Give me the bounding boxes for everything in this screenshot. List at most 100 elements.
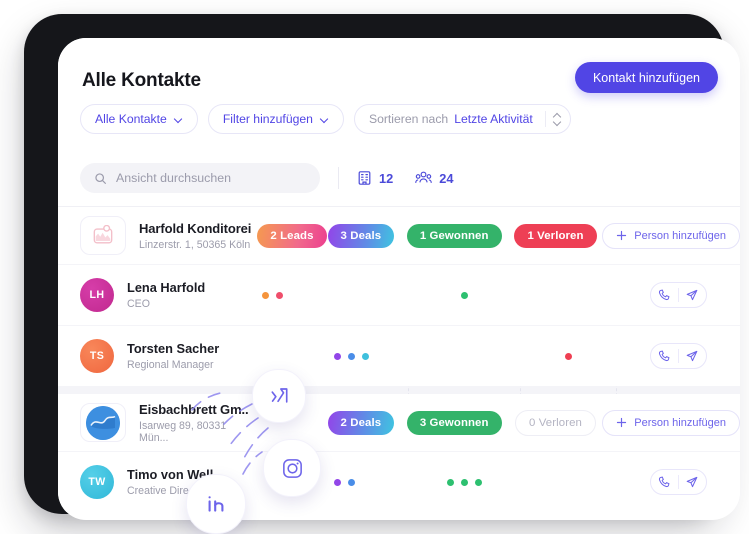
filter-bar: Alle Kontakte Filter hinzufügen Sortiere… <box>80 104 571 134</box>
actions-cell <box>616 282 740 308</box>
companies-counter[interactable]: 12 <box>357 170 393 186</box>
person-role: CEO <box>127 298 150 310</box>
deals-dots <box>334 478 355 486</box>
people-count: 24 <box>439 170 454 186</box>
phone-icon[interactable] <box>651 289 678 301</box>
person-text: Torsten Sacher Regional Manager <box>127 341 219 371</box>
status-dot <box>474 478 482 486</box>
person-identity: LH Lena Harfold CEO <box>58 278 258 312</box>
lost-cell: 0 Verloren <box>509 409 603 436</box>
toolbar-divider <box>338 167 339 189</box>
status-dot <box>564 352 572 360</box>
image-placeholder-icon <box>92 225 114 246</box>
deals-dots <box>334 352 369 360</box>
contacts-table: Harfold Konditorei Linzerstr. 1, 50365 K… <box>58 207 740 512</box>
avatar: TW <box>80 465 114 499</box>
company-identity: Eisbachbrett Gm.. Isarweg 89, 80331 Mün.… <box>58 402 253 444</box>
company-address: Linzerstr. 1, 50365 Köln <box>139 238 251 251</box>
search-icon <box>94 172 107 185</box>
add-person-button[interactable]: Person hinzufügen <box>602 409 740 436</box>
chevron-down-icon <box>174 115 183 124</box>
phone-icon[interactable] <box>651 350 678 362</box>
sort-updown-icon <box>552 112 562 126</box>
contact-group: Harfold Konditorei Linzerstr. 1, 50365 K… <box>58 207 740 386</box>
status-dot <box>460 478 468 486</box>
deals-cell: 3 Deals <box>327 223 400 248</box>
won-badge[interactable]: 1 Gewonnen <box>406 223 502 248</box>
actions-cell <box>616 343 740 369</box>
add-person-label: Person hinzufügen <box>634 229 726 242</box>
contact-actions <box>649 282 707 308</box>
people-icon <box>415 170 433 186</box>
avatar: TS <box>80 339 114 373</box>
status-dot <box>348 478 355 486</box>
linkedin-icon <box>203 491 229 517</box>
search-input[interactable]: Ansicht durchsuchen <box>116 171 231 185</box>
plus-icon <box>616 417 627 428</box>
won-badge[interactable]: 3 Gewonnen <box>406 410 502 435</box>
filter-all-contacts[interactable]: Alle Kontakte <box>80 104 198 134</box>
deals-cell <box>334 478 408 486</box>
sort-control[interactable]: Sortieren nach Letzte Aktivität <box>353 104 571 134</box>
company-row[interactable]: Eisbachbrett Gm.. Isarweg 89, 80331 Mün.… <box>58 394 740 451</box>
company-row[interactable]: Harfold Konditorei Linzerstr. 1, 50365 K… <box>58 207 740 264</box>
social-bubble-linkedin[interactable] <box>186 474 246 534</box>
status-dot <box>362 352 369 360</box>
send-icon[interactable] <box>679 350 706 362</box>
company-name: Eisbachbrett Gm.. <box>139 401 249 417</box>
contact-group: Eisbachbrett Gm.. Isarweg 89, 80331 Mün.… <box>58 394 740 512</box>
phone-icon[interactable] <box>651 476 678 488</box>
search-field[interactable]: Ansicht durchsuchen <box>80 163 320 193</box>
status-dot <box>460 291 468 299</box>
group-separator <box>58 386 740 394</box>
won-cell <box>408 291 520 299</box>
lost-cell <box>520 352 616 360</box>
building-icon <box>357 170 372 186</box>
lost-badge[interactable]: 0 Verloren <box>515 409 596 436</box>
instagram-icon <box>280 456 305 481</box>
avatar: LH <box>80 278 114 312</box>
device-frame: Alle Kontakte Kontakt hinzufügen Alle Ko… <box>24 14 740 520</box>
deals-cell <box>334 352 408 360</box>
person-row[interactable]: LH Lena Harfold CEO <box>58 264 740 325</box>
filter-add-filter-label: Filter hinzufügen <box>222 112 313 126</box>
add-contact-button[interactable]: Kontakt hinzufügen <box>574 62 718 93</box>
won-dots <box>460 291 468 299</box>
wave-circle-icon <box>86 405 120 440</box>
social-bubble-xing[interactable] <box>252 369 306 423</box>
plus-icon <box>616 230 627 241</box>
chevron-down-icon <box>320 115 329 124</box>
won-cell <box>408 478 520 486</box>
leads-badge[interactable]: 2 Leads <box>257 223 327 248</box>
deals-badge[interactable]: 2 Deals <box>327 410 395 435</box>
won-dots <box>446 478 482 486</box>
actions-cell: Person hinzufügen <box>602 222 740 249</box>
person-row[interactable]: TW Timo von Well Creative Director <box>58 451 740 512</box>
add-person-button[interactable]: Person hinzufügen <box>602 222 740 249</box>
contact-actions <box>649 469 707 495</box>
actions-cell: Person hinzufügen <box>602 409 740 436</box>
page-header: Alle Kontakte Kontakt hinzufügen Alle Ko… <box>58 38 740 150</box>
sort-value-label: Letzte Aktivität <box>454 112 533 126</box>
people-counter[interactable]: 24 <box>415 170 453 186</box>
status-dot <box>334 478 341 486</box>
sort-divider <box>544 111 546 127</box>
screenshot-root: Alle Kontakte Kontakt hinzufügen Alle Ko… <box>0 0 749 534</box>
leads-cell: 2 Leads <box>253 223 327 248</box>
person-row[interactable]: TS Torsten Sacher Regional Manager <box>58 325 740 386</box>
company-address: Isarweg 89, 80331 Mün... <box>139 419 227 444</box>
send-icon[interactable] <box>679 476 706 488</box>
app-screen: Alle Kontakte Kontakt hinzufügen Alle Ko… <box>58 38 740 520</box>
social-bubble-instagram[interactable] <box>263 439 321 497</box>
add-person-label: Person hinzufügen <box>634 416 726 429</box>
lost-badge[interactable]: 1 Verloren <box>514 223 597 248</box>
company-text: Eisbachbrett Gm.. Isarweg 89, 80331 Mün.… <box>139 402 253 444</box>
status-dot <box>348 352 355 360</box>
view-toolbar: Ansicht durchsuchen 12 24 <box>58 150 740 207</box>
send-icon[interactable] <box>679 289 706 301</box>
filter-add-filter[interactable]: Filter hinzufügen <box>207 104 344 134</box>
lost-dots <box>564 352 572 360</box>
page-title: Alle Kontakte <box>82 70 201 91</box>
contact-actions <box>649 343 707 369</box>
deals-badge[interactable]: 3 Deals <box>327 223 395 248</box>
